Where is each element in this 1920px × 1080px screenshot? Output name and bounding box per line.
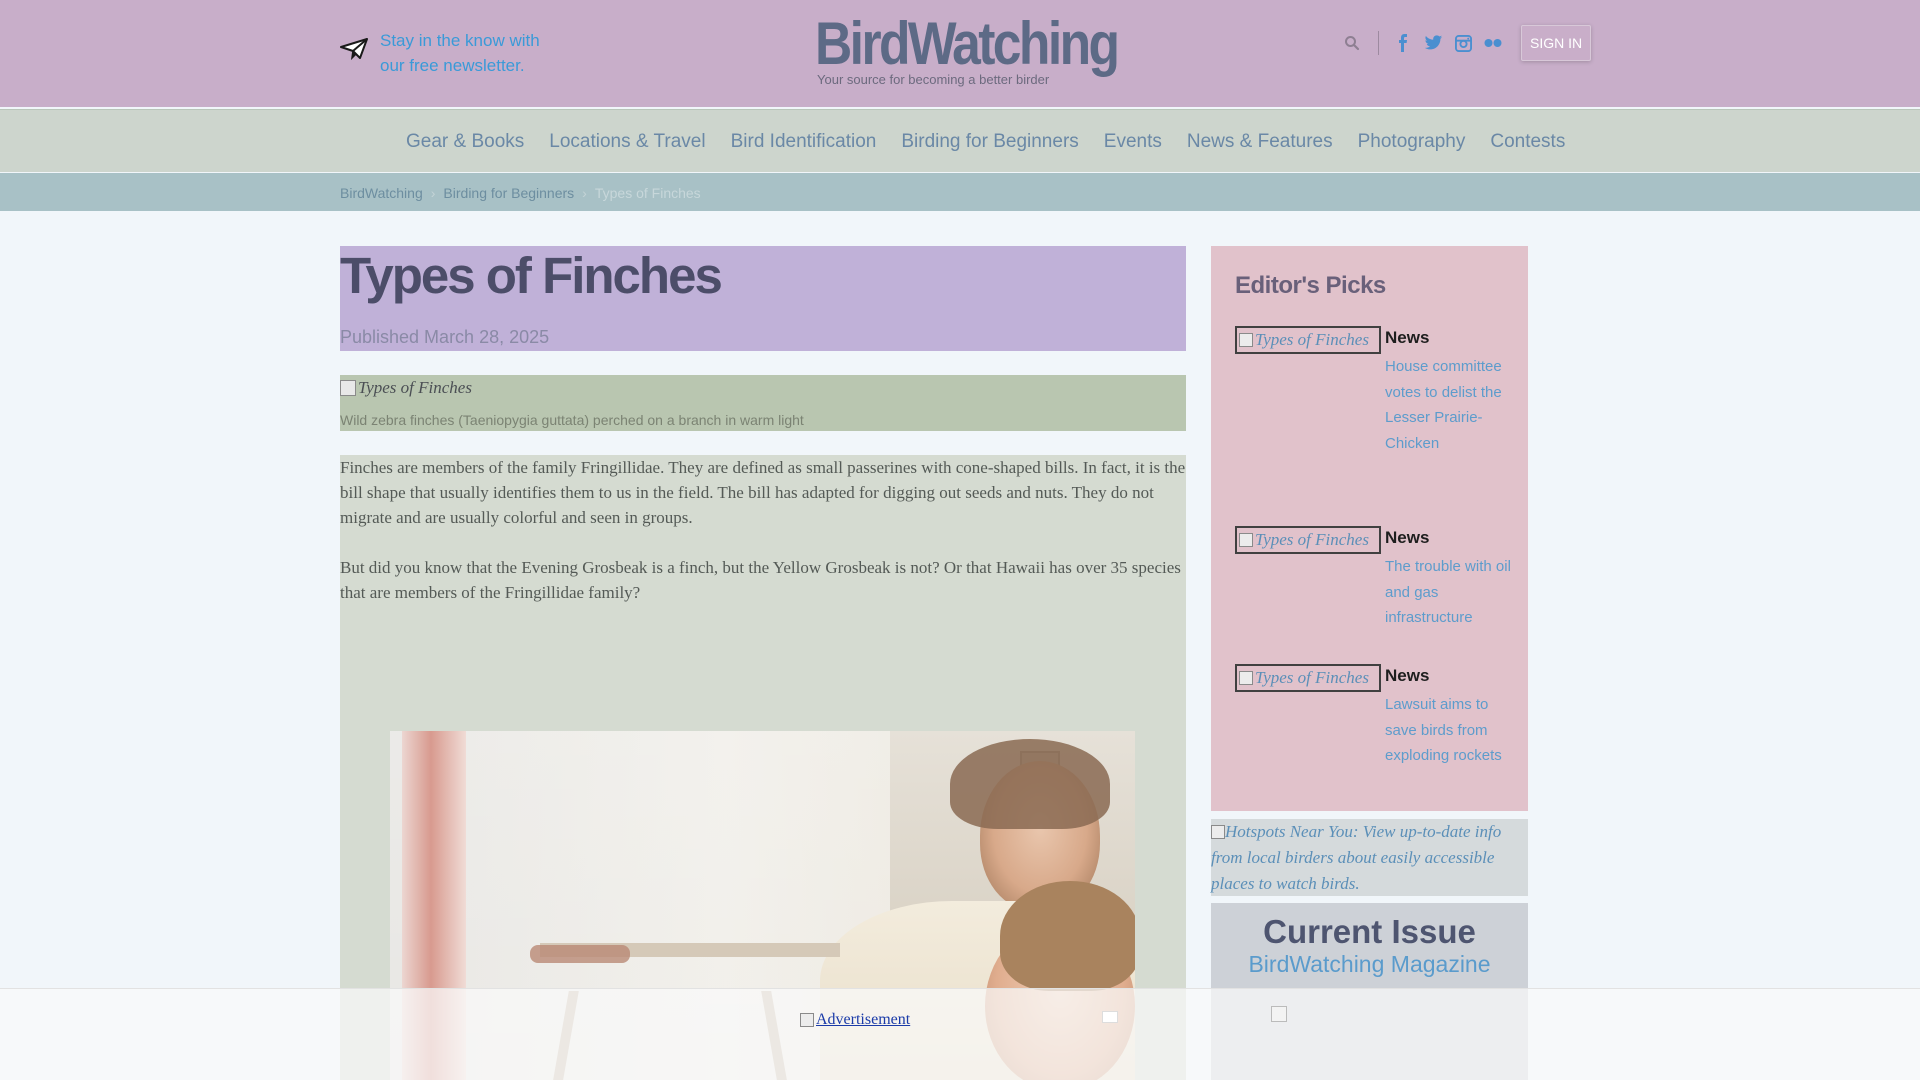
hotspots-banner-alt: Hotspots Near You: View up-to-date info … bbox=[1211, 822, 1502, 893]
hotspots-banner[interactable]: Hotspots Near You: View up-to-date info … bbox=[1211, 819, 1528, 896]
header-tools: SIGN IN bbox=[1340, 25, 1592, 61]
paper-plane-icon bbox=[340, 38, 368, 60]
current-issue-magazine-link[interactable]: BirdWatching Magazine bbox=[1248, 951, 1490, 977]
nav-item-locations-travel[interactable]: Locations & Travel bbox=[549, 131, 705, 153]
newsletter-line-1[interactable]: Stay in the know with bbox=[380, 28, 560, 53]
pick-thumbnail-alt: Types of Finches bbox=[1255, 668, 1369, 687]
site-header: Stay in the know with our free newslette… bbox=[0, 0, 1920, 107]
nav-item-news-features[interactable]: News & Features bbox=[1187, 131, 1333, 153]
image-caption: Wild zebra finches (Taeniopygia guttata)… bbox=[340, 412, 804, 428]
article-image: Types of Finches bbox=[340, 378, 472, 398]
pick-thumbnail[interactable]: Types of Finches bbox=[1235, 326, 1381, 354]
magazine-cover-image[interactable] bbox=[1271, 1006, 1287, 1022]
video-frame-shape bbox=[1000, 881, 1135, 991]
nav-item-photography[interactable]: Photography bbox=[1358, 131, 1466, 153]
pick-category: News bbox=[1385, 666, 1430, 685]
editors-picks: Editor's Picks Types of Finches News Hou… bbox=[1211, 246, 1528, 811]
pick-headline-link[interactable]: House committee votes to delist the Less… bbox=[1385, 354, 1513, 456]
search-icon[interactable] bbox=[1340, 31, 1364, 55]
article-body: Finches are members of the family Fringi… bbox=[340, 455, 1186, 1080]
newsletter-text[interactable]: Stay in the know with our free newslette… bbox=[380, 28, 560, 78]
pick-thumbnail[interactable]: Types of Finches bbox=[1235, 664, 1381, 692]
instagram-icon[interactable] bbox=[1451, 31, 1475, 55]
breadcrumb-current: Types of Finches bbox=[594, 185, 701, 201]
nav-item-birding-for-beginners[interactable]: Birding for Beginners bbox=[901, 131, 1078, 153]
pick-thumbnail-alt: Types of Finches bbox=[1255, 330, 1369, 349]
nav-item-bird-identification[interactable]: Bird Identification bbox=[731, 131, 877, 153]
advertisement-bar: Advertisement bbox=[0, 988, 1920, 1080]
site-logo[interactable]: BirdWatching Your source for becoming a … bbox=[815, 10, 1120, 88]
logo-name: BirdWatching bbox=[815, 10, 1120, 77]
broken-image-icon bbox=[340, 380, 356, 396]
article-header: Types of Finches Published March 28, 202… bbox=[340, 246, 1186, 351]
current-issue-title: Current Issue bbox=[1263, 913, 1476, 950]
broken-image-icon bbox=[800, 1013, 814, 1027]
broken-image-icon bbox=[1239, 333, 1253, 347]
newsletter-line-2[interactable]: our free newsletter. bbox=[380, 53, 560, 78]
editors-picks-title: Editor's Picks bbox=[1235, 272, 1386, 299]
breadcrumb: BirdWatching › Birding for Beginners › T… bbox=[340, 185, 701, 201]
advertisement-label: Advertisement bbox=[816, 1011, 911, 1028]
facebook-icon[interactable] bbox=[1391, 31, 1415, 55]
breadcrumb-category[interactable]: Birding for Beginners bbox=[443, 185, 574, 201]
video-frame-shape bbox=[530, 945, 630, 963]
breadcrumb-separator: › bbox=[582, 185, 587, 201]
divider bbox=[1378, 31, 1379, 55]
pick-category: News bbox=[1385, 528, 1430, 547]
nav-item-gear-books[interactable]: Gear & Books bbox=[406, 131, 524, 153]
twitter-icon[interactable] bbox=[1421, 31, 1445, 55]
breadcrumb-separator: › bbox=[430, 185, 436, 201]
ad-close-button[interactable] bbox=[1102, 1011, 1118, 1023]
nav-item-contests[interactable]: Contests bbox=[1490, 131, 1565, 153]
article-paragraph: But did you know that the Evening Grosbe… bbox=[340, 558, 1181, 602]
flickr-icon[interactable] bbox=[1481, 31, 1505, 55]
broken-image-icon bbox=[1239, 671, 1253, 685]
pick-headline-link[interactable]: The trouble with oil and gas infrastruct… bbox=[1385, 554, 1513, 631]
pick-headline-link[interactable]: Lawsuit aims to save birds from explodin… bbox=[1385, 692, 1513, 769]
broken-image-icon bbox=[1211, 825, 1225, 839]
article-image-alt: Types of Finches bbox=[358, 378, 472, 397]
breadcrumb-home[interactable]: BirdWatching bbox=[340, 185, 423, 201]
publish-date: Published March 28, 2025 bbox=[340, 327, 550, 347]
pick-thumbnail-alt: Types of Finches bbox=[1255, 530, 1369, 549]
article-paragraph: Finches are members of the family Fringi… bbox=[340, 458, 1186, 527]
nav-item-events[interactable]: Events bbox=[1104, 131, 1162, 153]
pick-category: News bbox=[1385, 328, 1430, 347]
newsletter-signup[interactable]: Stay in the know with our free newslette… bbox=[340, 28, 560, 78]
sign-in-button[interactable]: SIGN IN bbox=[1521, 25, 1592, 61]
pick-thumbnail[interactable]: Types of Finches bbox=[1235, 526, 1381, 554]
main-nav: Gear & Books Locations & Travel Bird Ide… bbox=[0, 109, 1920, 172]
video-frame-shape bbox=[950, 739, 1110, 829]
article-figure: Types of Finches Wild zebra finches (Tae… bbox=[340, 375, 1186, 431]
page-title: Types of Finches bbox=[340, 247, 723, 304]
breadcrumb-bar: BirdWatching › Birding for Beginners › T… bbox=[0, 173, 1920, 211]
nav-items: Gear & Books Locations & Travel Bird Ide… bbox=[406, 110, 1590, 173]
advertisement-link[interactable]: Advertisement bbox=[800, 1011, 910, 1029]
broken-image-icon bbox=[1239, 533, 1253, 547]
